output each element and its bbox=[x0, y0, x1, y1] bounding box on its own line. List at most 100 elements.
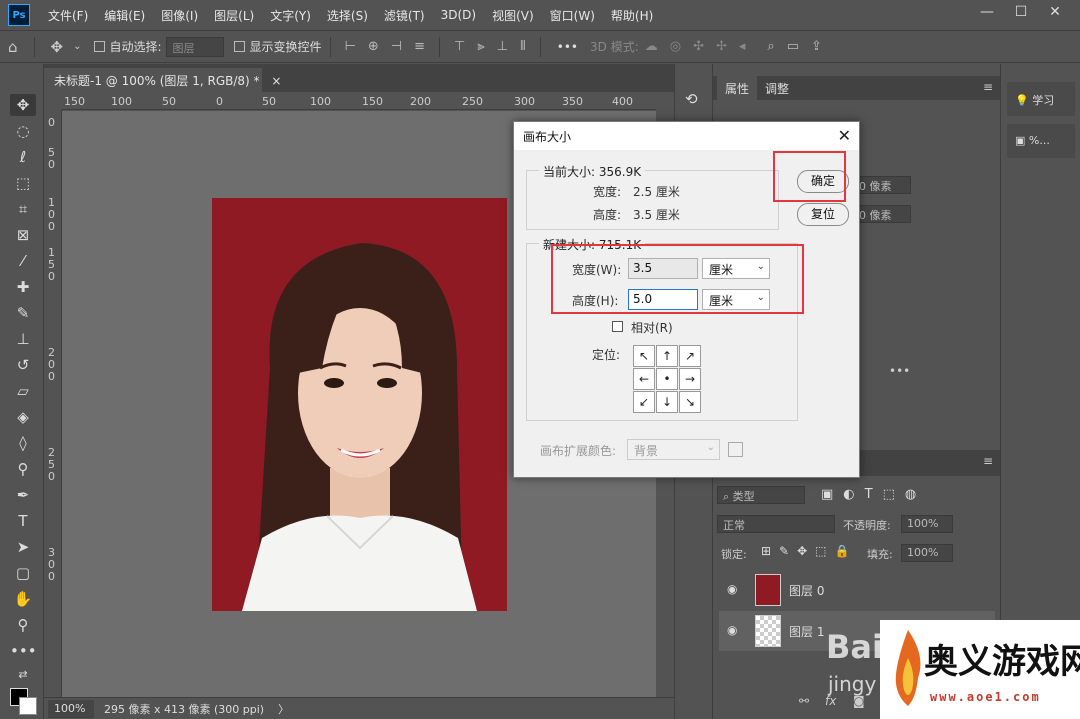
orbit-3d-icon[interactable]: ☁ bbox=[639, 39, 664, 54]
eyedropper-tool-icon[interactable]: ⁄ bbox=[10, 250, 36, 272]
align-left-icon[interactable]: ⊢ bbox=[339, 39, 362, 54]
blend-mode-dropdown[interactable]: 正常 bbox=[717, 515, 835, 533]
move-tool-icon[interactable]: ✥ bbox=[43, 38, 72, 56]
reset-button[interactable]: 复位 bbox=[797, 203, 849, 226]
layer-fx-button[interactable]: fx bbox=[825, 694, 836, 708]
frame-tool-icon[interactable]: ⊠ bbox=[10, 224, 36, 246]
properties-y-field[interactable]: 0 像素 bbox=[853, 205, 911, 223]
lock-icons[interactable]: ⊞✎✥⬚🔒 bbox=[761, 544, 857, 558]
pen-tool-icon[interactable]: ✒ bbox=[10, 484, 36, 506]
anchor-center[interactable]: • bbox=[656, 368, 678, 390]
menu-type[interactable]: 文字(Y) bbox=[262, 7, 319, 24]
anchor-right[interactable]: → bbox=[679, 368, 701, 390]
relative-checkbox[interactable] bbox=[612, 321, 623, 332]
menu-window[interactable]: 窗口(W) bbox=[542, 7, 603, 24]
zoom-level-field[interactable]: 100% bbox=[48, 699, 94, 718]
opacity-field[interactable]: 100% bbox=[901, 515, 953, 533]
slide-3d-icon[interactable]: ✢ bbox=[710, 39, 733, 54]
type-tool-icon[interactable]: T bbox=[10, 510, 36, 532]
maximize-button[interactable]: ☐ bbox=[1004, 0, 1038, 24]
menu-help[interactable]: 帮助(H) bbox=[603, 7, 661, 24]
anchor-bottom[interactable]: ↓ bbox=[656, 391, 678, 413]
anchor-bottom-right[interactable]: ↘ bbox=[679, 391, 701, 413]
distribute-top-icon[interactable]: ⊤ bbox=[448, 39, 471, 54]
extension-color-swatch[interactable] bbox=[728, 442, 743, 457]
fill-field[interactable]: 100% bbox=[901, 544, 953, 562]
layer-row-0[interactable]: ◉ 图层 0 bbox=[719, 570, 995, 610]
path-select-tool-icon[interactable]: ➤ bbox=[10, 536, 36, 558]
workspace-icon[interactable]: ▭ bbox=[781, 39, 805, 54]
menu-image[interactable]: 图像(I) bbox=[153, 7, 206, 24]
anchor-left[interactable]: ← bbox=[633, 368, 655, 390]
camera-3d-icon[interactable]: ◂ bbox=[733, 39, 752, 54]
minimize-button[interactable]: — bbox=[970, 0, 1004, 24]
distribute-bottom-icon[interactable]: ⊥ bbox=[491, 39, 514, 54]
move-tool-icon[interactable]: ✥ bbox=[10, 94, 36, 116]
object-select-tool-icon[interactable]: ⬚ bbox=[10, 172, 36, 194]
menu-layer[interactable]: 图层(L) bbox=[206, 7, 262, 24]
link-layers-icon[interactable]: ⚯ bbox=[799, 694, 809, 708]
menu-select[interactable]: 选择(S) bbox=[319, 7, 376, 24]
close-icon[interactable]: ✕ bbox=[838, 126, 851, 145]
marquee-tool-icon[interactable]: ◌ bbox=[10, 120, 36, 142]
share-icon[interactable]: ⇪ bbox=[805, 39, 828, 54]
visibility-eye-icon[interactable]: ◉ bbox=[727, 623, 737, 637]
brush-tool-icon[interactable]: ✎ bbox=[10, 302, 36, 324]
tab-adjustments[interactable]: 调整 bbox=[757, 76, 797, 100]
anchor-bottom-left[interactable]: ↙ bbox=[633, 391, 655, 413]
library-button[interactable]: ▣ %... bbox=[1007, 124, 1075, 158]
home-icon[interactable]: ⌂ bbox=[0, 38, 26, 56]
close-tab-icon[interactable]: × bbox=[271, 74, 281, 88]
anchor-top-left[interactable]: ↖ bbox=[633, 345, 655, 367]
horizontal-ruler[interactable]: 150 100 50 0 50 100 150 200 250 300 350 … bbox=[62, 92, 656, 110]
vertical-ruler[interactable]: 0 5 0 1 0 0 1 5 0 2 0 0 2 5 0 3 0 0 bbox=[44, 110, 62, 697]
blur-tool-icon[interactable]: ◊ bbox=[10, 432, 36, 454]
layer-filter-icons[interactable]: ▣◐T⬚◍ bbox=[821, 487, 926, 502]
swap-colors-icon[interactable]: ⇄ bbox=[10, 664, 36, 686]
menu-edit[interactable]: 编辑(E) bbox=[96, 7, 153, 24]
history-panel-icon[interactable]: ⟲ bbox=[685, 90, 698, 108]
menu-file[interactable]: 文件(F) bbox=[40, 7, 96, 24]
rectangle-tool-icon[interactable]: ▢ bbox=[10, 562, 36, 584]
distribute-spacing-icon[interactable]: ⦀ bbox=[514, 39, 532, 54]
menu-filter[interactable]: 滤镜(T) bbox=[376, 7, 433, 24]
menu-3d[interactable]: 3D(D) bbox=[433, 8, 484, 22]
layers-panel-menu-icon[interactable]: ≡ bbox=[983, 454, 993, 468]
search-icon[interactable]: ⌕ bbox=[761, 39, 780, 54]
pan-3d-icon[interactable]: ✣ bbox=[687, 39, 710, 54]
anchor-top[interactable]: ↑ bbox=[656, 345, 678, 367]
properties-x-field[interactable]: 0 像素 bbox=[853, 176, 911, 194]
auto-select-dropdown[interactable]: 图层 bbox=[165, 36, 224, 57]
auto-select-checkbox[interactable] bbox=[93, 41, 105, 52]
align-right-icon[interactable]: ⊣ bbox=[385, 39, 408, 54]
dodge-tool-icon[interactable]: ⚲ bbox=[10, 458, 36, 480]
chevron-down-icon[interactable]: ⌄ bbox=[71, 41, 83, 52]
zoom-tool-icon[interactable]: ⚲ bbox=[10, 614, 36, 636]
visibility-eye-icon[interactable]: ◉ bbox=[727, 582, 737, 596]
background-color-swatch[interactable] bbox=[19, 697, 37, 715]
learn-button[interactable]: 💡 学习 bbox=[1007, 82, 1075, 116]
paint-bucket-tool-icon[interactable]: ◈ bbox=[10, 406, 36, 428]
distribute-vcenter-icon[interactable]: ⫸ bbox=[471, 39, 490, 54]
extension-color-select[interactable]: 背景 ⌄ bbox=[627, 439, 720, 460]
properties-more-button[interactable]: ••• bbox=[889, 364, 910, 378]
roll-3d-icon[interactable]: ◎ bbox=[664, 39, 687, 54]
history-brush-tool-icon[interactable]: ↺ bbox=[10, 354, 36, 376]
tab-properties[interactable]: 属性 bbox=[717, 76, 758, 100]
clone-stamp-tool-icon[interactable]: ⊥ bbox=[10, 328, 36, 350]
healing-brush-tool-icon[interactable]: ✚ bbox=[10, 276, 36, 298]
crop-tool-icon[interactable]: ⌗ bbox=[10, 198, 36, 220]
document-tab[interactable]: 未标题-1 @ 100% (图层 1, RGB/8) * × bbox=[44, 68, 281, 92]
anchor-top-right[interactable]: ↗ bbox=[679, 345, 701, 367]
lasso-tool-icon[interactable]: ℓ bbox=[10, 146, 36, 168]
edit-toolbar-icon[interactable]: ••• bbox=[10, 640, 37, 662]
menu-view[interactable]: 视图(V) bbox=[484, 7, 542, 24]
more-options-button[interactable]: ••• bbox=[549, 40, 586, 54]
close-window-button[interactable]: ✕ bbox=[1038, 0, 1072, 24]
align-hcenter-icon[interactable]: ⊕ bbox=[362, 39, 385, 54]
layer-kind-filter[interactable]: ⌕ 类型 bbox=[717, 486, 805, 504]
eraser-tool-icon[interactable]: ▱ bbox=[10, 380, 36, 402]
align-top-icon[interactable]: ≡ bbox=[408, 39, 431, 54]
hand-tool-icon[interactable]: ✋ bbox=[10, 588, 36, 610]
panel-menu-icon[interactable]: ≡ bbox=[983, 80, 993, 94]
